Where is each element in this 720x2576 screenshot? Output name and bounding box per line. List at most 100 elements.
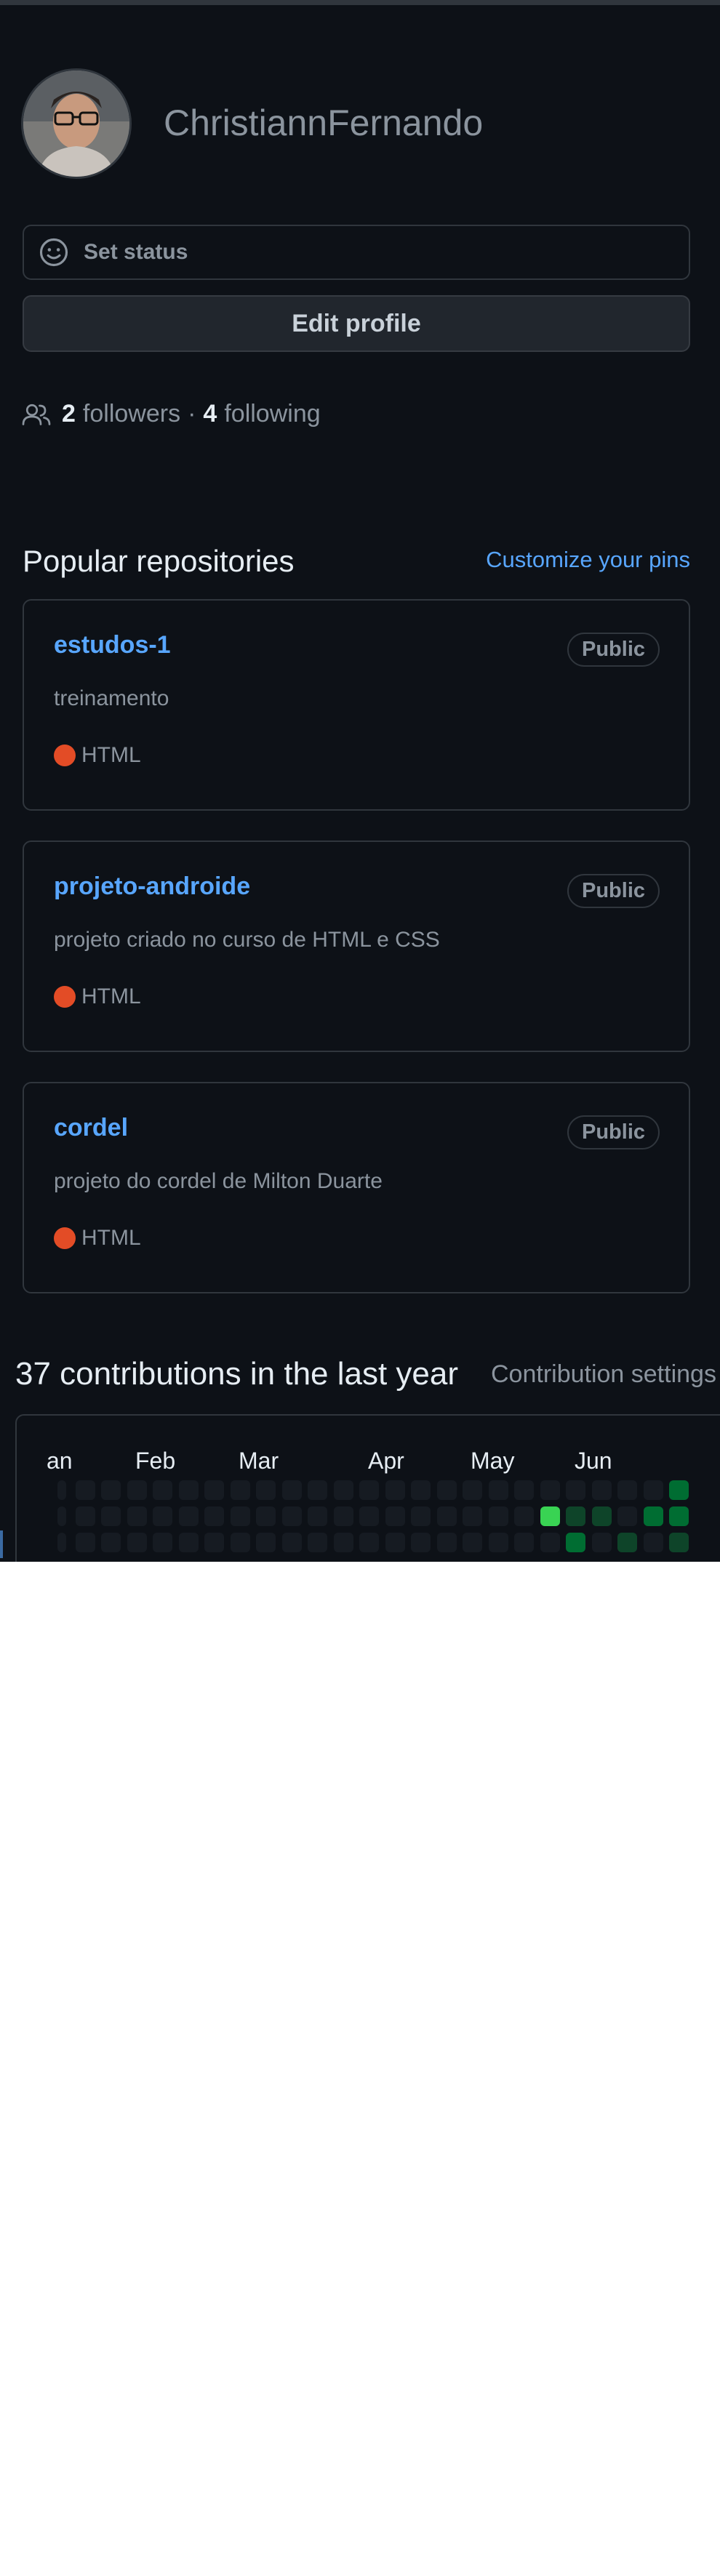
contribution-day-cell[interactable]	[178, 1506, 199, 1526]
contribution-day-cell[interactable]	[256, 1480, 276, 1500]
contribution-day-cell[interactable]	[230, 1480, 250, 1500]
contribution-day-cell[interactable]	[488, 1506, 508, 1526]
contribution-day-cell[interactable]	[178, 1480, 199, 1500]
customize-pins-link[interactable]: Customize your pins	[486, 547, 690, 573]
contribution-day-cell[interactable]	[308, 1480, 327, 1500]
contribution-day-cell[interactable]	[333, 1506, 353, 1526]
contribution-settings-dropdown[interactable]: Contribution settings	[491, 1360, 716, 1389]
contribution-day-cell[interactable]	[359, 1506, 379, 1526]
contribution-day-cell[interactable]	[514, 1480, 534, 1500]
contribution-day-cell[interactable]	[281, 1506, 302, 1526]
contribution-day-cell[interactable]	[411, 1533, 431, 1552]
contribution-day-cell[interactable]	[436, 1506, 457, 1526]
contribution-day-cell[interactable]	[566, 1480, 585, 1500]
contribution-day-cell[interactable]	[308, 1533, 327, 1552]
contribution-day-cell[interactable]	[57, 1480, 66, 1500]
contribution-day-cell[interactable]	[281, 1480, 302, 1500]
profile-screen: ChristiannFernando Set status Edit profi…	[0, 0, 720, 1562]
followers-label[interactable]: followers	[83, 400, 180, 428]
contribution-day-cell[interactable]	[75, 1533, 95, 1552]
follow-separator: ·	[188, 400, 196, 428]
repo-name-link[interactable]: projeto-androide	[54, 872, 250, 901]
contribution-day-cell[interactable]	[566, 1533, 585, 1552]
language-label: HTML	[81, 743, 141, 767]
month-label: an	[47, 1448, 73, 1474]
contribution-day-cell[interactable]	[101, 1533, 121, 1552]
contribution-day-cell[interactable]	[436, 1480, 457, 1500]
contribution-day-cell[interactable]	[385, 1533, 405, 1552]
contribution-day-cell[interactable]	[204, 1506, 224, 1526]
contribution-day-cell[interactable]	[514, 1506, 534, 1526]
contribution-day-cell[interactable]	[230, 1533, 250, 1552]
contribution-day-cell[interactable]	[101, 1480, 121, 1500]
visibility-badge: Public	[567, 1115, 660, 1149]
contribution-day-cell[interactable]	[643, 1533, 663, 1552]
contribution-day-cell[interactable]	[385, 1480, 405, 1500]
contribution-day-cell[interactable]	[359, 1533, 379, 1552]
language-color-dot	[54, 1227, 76, 1249]
contribution-day-cell[interactable]	[566, 1506, 585, 1526]
contribution-day-cell[interactable]	[540, 1480, 560, 1500]
contribution-day-cell[interactable]	[281, 1533, 302, 1552]
repo-card: projeto-androide Public projeto criado n…	[23, 840, 690, 1052]
contribution-day-cell[interactable]	[333, 1480, 353, 1500]
contribution-day-cell[interactable]	[385, 1506, 405, 1526]
contribution-day-cell[interactable]	[308, 1506, 327, 1526]
contribution-day-cell[interactable]	[643, 1506, 663, 1526]
contribution-day-cell[interactable]	[617, 1480, 637, 1500]
contribution-day-cell[interactable]	[643, 1480, 663, 1500]
edit-profile-button[interactable]: Edit profile	[23, 295, 690, 352]
visibility-badge: Public	[567, 633, 660, 667]
contribution-day-cell[interactable]	[204, 1533, 224, 1552]
contribution-day-cell[interactable]	[153, 1533, 172, 1552]
contribution-day-cell[interactable]	[359, 1480, 379, 1500]
contribution-day-cell[interactable]	[204, 1480, 224, 1500]
contribution-day-cell[interactable]	[127, 1506, 147, 1526]
contribution-day-cell[interactable]	[75, 1506, 95, 1526]
contribution-day-cell[interactable]	[230, 1506, 250, 1526]
contribution-day-cell[interactable]	[411, 1480, 431, 1500]
contribution-day-cell[interactable]	[463, 1506, 482, 1526]
contribution-day-cell[interactable]	[333, 1533, 353, 1552]
contribution-day-cell[interactable]	[57, 1533, 66, 1552]
contribution-day-cell[interactable]	[591, 1533, 612, 1552]
contribution-day-cell[interactable]	[591, 1480, 612, 1500]
contribution-day-cell[interactable]	[101, 1506, 121, 1526]
contribution-day-cell[interactable]	[669, 1506, 689, 1526]
contribution-day-cell[interactable]	[540, 1506, 560, 1526]
contribution-day-cell[interactable]	[463, 1533, 482, 1552]
set-status-button[interactable]: Set status	[23, 225, 690, 280]
contribution-day-cell[interactable]	[411, 1506, 431, 1526]
contribution-day-cell[interactable]	[669, 1480, 689, 1500]
contribution-day-cell[interactable]	[127, 1533, 147, 1552]
repo-name-link[interactable]: cordel	[54, 1114, 128, 1142]
contribution-day-cell[interactable]	[540, 1533, 560, 1552]
contribution-day-cell[interactable]	[57, 1506, 66, 1526]
contribution-day-cell[interactable]	[669, 1533, 689, 1552]
contribution-day-cell[interactable]	[75, 1480, 95, 1500]
contribution-day-cell[interactable]	[178, 1533, 199, 1552]
repo-card: estudos-1 Public treinamento HTML	[23, 599, 690, 811]
contribution-day-cell[interactable]	[514, 1533, 534, 1552]
contribution-day-cell[interactable]	[617, 1533, 637, 1552]
avatar[interactable]	[21, 68, 132, 179]
contribution-day-cell[interactable]	[591, 1506, 612, 1526]
contribution-day-cell[interactable]	[153, 1480, 172, 1500]
following-label[interactable]: following	[224, 400, 320, 428]
contribution-day-cell[interactable]	[488, 1480, 508, 1500]
repo-name-link[interactable]: estudos-1	[54, 631, 171, 659]
month-label: May	[471, 1448, 515, 1474]
contribution-day-cell[interactable]	[617, 1506, 637, 1526]
visibility-badge: Public	[567, 874, 660, 908]
contribution-day-cell[interactable]	[488, 1533, 508, 1552]
contribution-day-cell[interactable]	[463, 1480, 482, 1500]
following-count[interactable]: 4	[203, 400, 217, 428]
contribution-day-cell[interactable]	[256, 1506, 276, 1526]
contribution-day-cell[interactable]	[153, 1506, 172, 1526]
repo-card: cordel Public projeto do cordel de Milto…	[23, 1082, 690, 1293]
contribution-day-cell[interactable]	[127, 1480, 147, 1500]
contribution-day-cell[interactable]	[436, 1533, 457, 1552]
followers-count[interactable]: 2	[62, 400, 76, 428]
contributions-title: 37 contributions in the last year	[15, 1356, 459, 1392]
contribution-day-cell[interactable]	[256, 1533, 276, 1552]
